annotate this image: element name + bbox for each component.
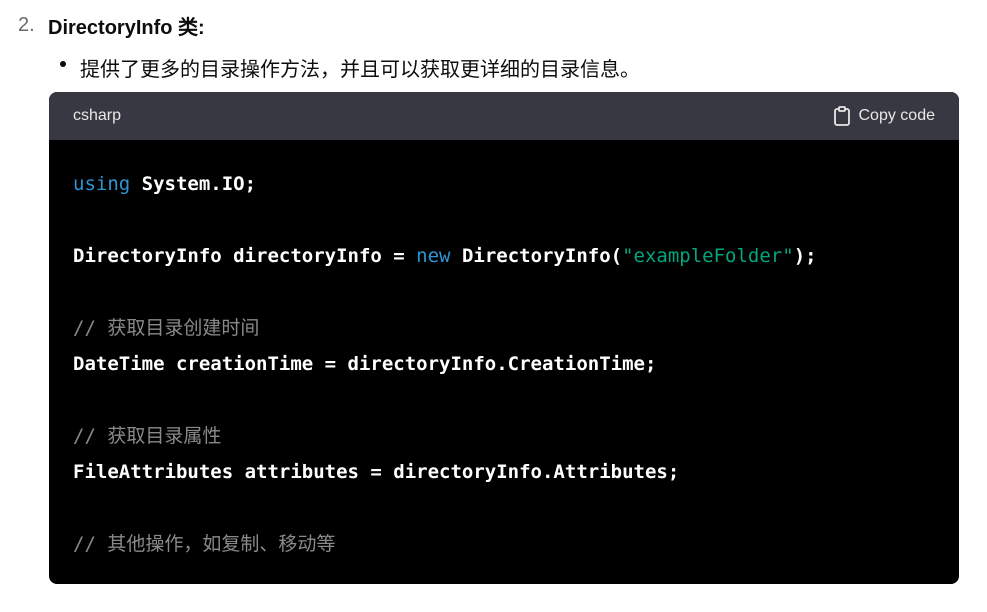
code-comment: // 获取目录创建时间 <box>73 317 260 339</box>
code-line-comment: // 其他操作，如复制、移动等 <box>73 526 935 562</box>
code-keyword: new <box>416 245 451 267</box>
code-content: using System.IO; DirectoryInfo directory… <box>49 140 959 562</box>
list-item-2: 2. DirectoryInfo 类: <box>18 8 205 42</box>
list-heading: DirectoryInfo 类: <box>48 16 205 39</box>
bullet-text: 提供了更多的目录操作方法，并且可以获取更详细的目录信息。 <box>80 58 640 81</box>
code-language-label: csharp <box>73 107 122 124</box>
code-line-comment: // 获取目录创建时间 <box>73 310 935 346</box>
bullet-item: 提供了更多的目录操作方法，并且可以获取更详细的目录信息。 <box>60 50 640 84</box>
code-text: FileAttributes attributes = directoryInf… <box>73 461 680 483</box>
code-text: DateTime creationTime = directoryInfo.Cr… <box>73 353 657 375</box>
copy-code-button[interactable]: Copy code <box>833 106 936 126</box>
code-keyword: using <box>73 173 131 195</box>
code-text: DirectoryInfo directoryInfo = <box>73 245 417 267</box>
code-line-creation-time: DateTime creationTime = directoryInfo.Cr… <box>73 346 935 382</box>
code-text: System.IO; <box>130 173 257 195</box>
code-line-declaration: DirectoryInfo directoryInfo = new Direct… <box>73 238 935 274</box>
code-comment: // 其他操作，如复制、移动等 <box>73 533 336 555</box>
code-string: "exampleFolder" <box>622 245 794 267</box>
code-comment: // 获取目录属性 <box>73 425 222 447</box>
code-block: csharp Copy code using System.IO; Direct… <box>49 92 959 584</box>
clipboard-icon <box>833 106 850 126</box>
code-text: DirectoryInfo( <box>450 245 623 267</box>
code-line-using: using System.IO; <box>73 166 935 202</box>
code-text: ); <box>793 245 817 267</box>
copy-code-label: Copy code <box>858 107 936 124</box>
code-header: csharp Copy code <box>49 92 959 140</box>
bullet-dot-icon <box>60 61 66 67</box>
code-line-attributes: FileAttributes attributes = directoryInf… <box>73 454 935 490</box>
code-line-comment: // 获取目录属性 <box>73 418 935 454</box>
list-number: 2. <box>18 13 35 36</box>
